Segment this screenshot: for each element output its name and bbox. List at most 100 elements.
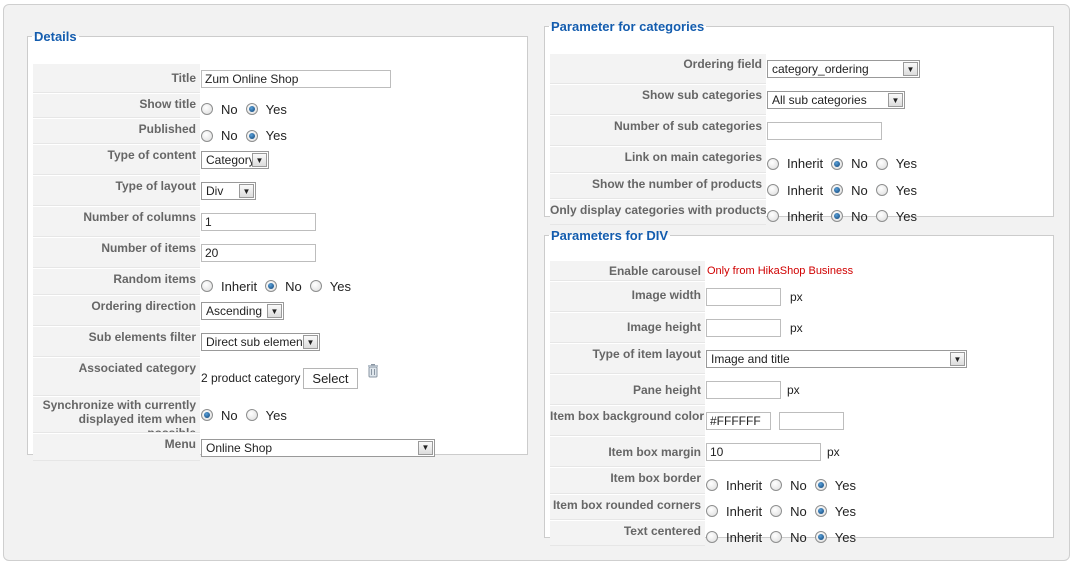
link-main-no-radio[interactable] bbox=[831, 157, 844, 170]
synchronize-yes-radio[interactable] bbox=[245, 409, 258, 421]
item-box-margin-input[interactable] bbox=[706, 443, 821, 461]
text-centered-yes-radio[interactable] bbox=[814, 531, 827, 543]
box-border-yes-radio[interactable] bbox=[814, 479, 827, 491]
link-main-yes-radio[interactable] bbox=[875, 157, 888, 170]
trash-icon[interactable] bbox=[367, 363, 378, 381]
sub-elements-filter-value: Direct sub elements bbox=[206, 335, 303, 349]
row-menu: Menu Online Shop ▼ bbox=[33, 434, 435, 461]
published-yes-label: Yes bbox=[265, 128, 287, 143]
show-products-yes-label: Yes bbox=[895, 182, 917, 198]
associated-category-value: 2 product category bbox=[201, 371, 301, 385]
row-type-of-content: Type of content Category ▼ bbox=[33, 145, 269, 175]
rounded-corners-yes-label: Yes bbox=[834, 503, 856, 519]
show-title-label: Show title bbox=[33, 94, 200, 118]
only-display-no-radio[interactable] bbox=[831, 210, 844, 222]
image-width-unit: px bbox=[790, 290, 803, 304]
box-border-inherit-label: Inherit bbox=[726, 477, 763, 493]
text-centered-inherit-radio[interactable] bbox=[706, 531, 718, 543]
synchronize-yes-label: Yes bbox=[265, 407, 287, 423]
row-type-of-item-layout: Type of item layout Image and title ▼ bbox=[550, 344, 967, 374]
random-items-yes-label: Yes bbox=[329, 278, 351, 294]
show-title-no-radio[interactable] bbox=[201, 103, 213, 115]
random-items-label: Random items bbox=[33, 269, 200, 295]
only-display-with-products-label: Only display categories with products bbox=[550, 200, 766, 225]
link-main-yes-label: Yes bbox=[895, 156, 917, 171]
ordering-field-select[interactable]: category_ordering ▼ bbox=[767, 60, 920, 78]
row-associated-category: Associated category 2 product category S… bbox=[33, 358, 378, 396]
image-height-input[interactable] bbox=[706, 319, 781, 337]
number-of-sub-categories-input[interactable] bbox=[767, 122, 882, 140]
number-of-columns-label: Number of columns bbox=[33, 207, 200, 237]
only-display-yes-label: Yes bbox=[895, 208, 917, 224]
random-items-no-radio[interactable] bbox=[265, 280, 278, 292]
synchronize-no-radio[interactable] bbox=[201, 409, 213, 421]
ordering-direction-select[interactable]: Ascending ▼ bbox=[201, 302, 284, 320]
show-sub-categories-label: Show sub categories bbox=[550, 85, 766, 115]
number-of-columns-input[interactable] bbox=[201, 213, 316, 231]
type-of-item-layout-select[interactable]: Image and title ▼ bbox=[706, 350, 967, 368]
image-width-input[interactable] bbox=[706, 288, 781, 306]
row-number-of-columns: Number of columns bbox=[33, 207, 316, 237]
show-products-inherit-label: Inherit bbox=[787, 182, 824, 198]
row-type-of-layout: Type of layout Div ▼ bbox=[33, 176, 256, 206]
rounded-corners-no-radio[interactable] bbox=[770, 505, 783, 517]
title-label: Title bbox=[33, 64, 200, 93]
row-item-box-background-color: Item box background color bbox=[550, 406, 844, 436]
image-height-label: Image height bbox=[550, 313, 705, 343]
item-box-margin-label: Item box margin bbox=[550, 437, 705, 467]
title-input[interactable] bbox=[201, 69, 391, 88]
only-display-inherit-label: Inherit bbox=[787, 208, 824, 224]
only-display-inherit-radio[interactable] bbox=[767, 210, 779, 222]
row-sub-elements-filter: Sub elements filter Direct sub elements ▼ bbox=[33, 327, 320, 357]
select-category-button[interactable]: Select bbox=[303, 367, 358, 389]
item-box-background-color-label: Item box background color bbox=[550, 406, 705, 436]
row-link-on-main-categories: Link on main categories Inherit No Yes bbox=[550, 147, 925, 173]
row-number-of-items: Number of items bbox=[33, 238, 316, 268]
show-sub-categories-select[interactable]: All sub categories ▼ bbox=[767, 91, 905, 109]
random-items-inherit-radio[interactable] bbox=[201, 280, 213, 292]
show-products-inherit-radio[interactable] bbox=[767, 184, 779, 196]
background-color-swatch[interactable] bbox=[779, 412, 844, 430]
show-title-yes-label: Yes bbox=[265, 101, 287, 117]
chevron-down-icon: ▼ bbox=[303, 335, 318, 349]
number-of-items-input[interactable] bbox=[201, 244, 316, 262]
ordering-direction-value: Ascending bbox=[206, 304, 263, 318]
row-item-box-border: Item box border Inherit No Yes bbox=[550, 468, 864, 494]
text-centered-label: Text centered bbox=[550, 521, 705, 546]
rounded-corners-yes-radio[interactable] bbox=[814, 505, 827, 517]
pane-height-label: Pane height bbox=[550, 375, 705, 405]
pane-height-input[interactable] bbox=[706, 381, 781, 399]
item-box-rounded-corners-label: Item box rounded corners bbox=[550, 495, 705, 520]
chevron-down-icon: ▼ bbox=[903, 62, 918, 76]
row-item-box-rounded-corners: Item box rounded corners Inherit No Yes bbox=[550, 495, 864, 520]
row-text-centered: Text centered Inherit No Yes bbox=[550, 521, 864, 546]
row-pane-height: Pane height px bbox=[550, 375, 800, 405]
box-border-inherit-radio[interactable] bbox=[706, 479, 718, 491]
box-border-yes-label: Yes bbox=[834, 477, 856, 493]
show-products-no-radio[interactable] bbox=[831, 184, 844, 196]
row-image-width: Image width px bbox=[550, 282, 803, 312]
menu-select[interactable]: Online Shop ▼ bbox=[201, 438, 435, 457]
type-of-content-select[interactable]: Category ▼ bbox=[201, 151, 269, 169]
categories-fieldset: Parameter for categories Ordering field … bbox=[544, 19, 1054, 225]
show-title-yes-radio[interactable] bbox=[245, 103, 258, 115]
box-border-no-radio[interactable] bbox=[770, 479, 783, 491]
link-main-inherit-radio[interactable] bbox=[767, 157, 779, 170]
text-centered-no-radio[interactable] bbox=[770, 531, 783, 543]
published-yes-radio[interactable] bbox=[245, 129, 258, 142]
sub-elements-filter-select[interactable]: Direct sub elements ▼ bbox=[201, 333, 320, 351]
background-color-input[interactable] bbox=[706, 412, 771, 430]
published-no-radio[interactable] bbox=[201, 129, 213, 142]
chevron-down-icon: ▼ bbox=[239, 184, 254, 198]
show-products-yes-radio[interactable] bbox=[875, 184, 888, 196]
type-of-layout-select[interactable]: Div ▼ bbox=[201, 182, 256, 200]
ordering-field-value: category_ordering bbox=[772, 62, 869, 76]
image-width-label: Image width bbox=[550, 282, 705, 312]
text-centered-no-label: No bbox=[790, 529, 807, 545]
rounded-corners-inherit-radio[interactable] bbox=[706, 505, 718, 517]
only-display-yes-radio[interactable] bbox=[875, 210, 888, 222]
chevron-down-icon: ▼ bbox=[418, 440, 433, 455]
link-on-main-categories-label: Link on main categories bbox=[550, 147, 766, 173]
random-items-yes-radio[interactable] bbox=[309, 280, 322, 292]
rounded-corners-inherit-label: Inherit bbox=[726, 503, 763, 519]
